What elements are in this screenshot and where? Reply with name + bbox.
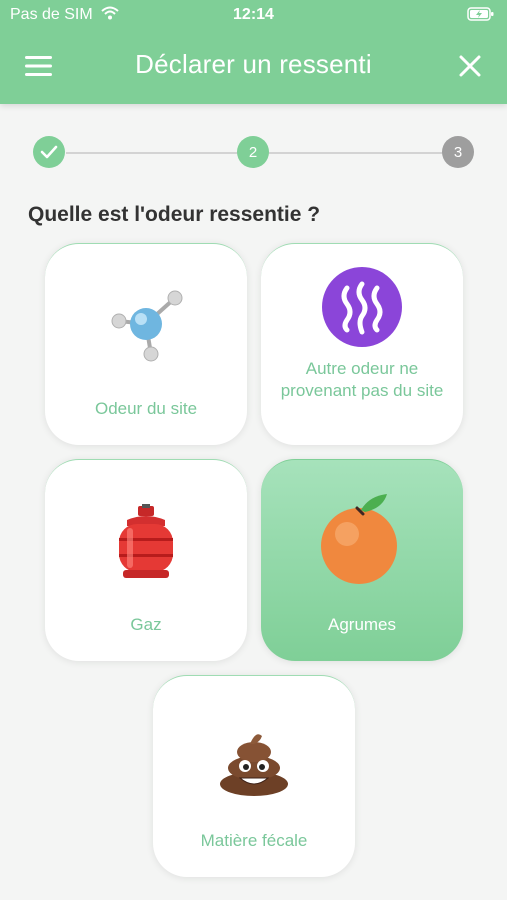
- orange-icon: [317, 490, 407, 591]
- option-card-agrumes[interactable]: Agrumes: [261, 459, 463, 661]
- close-icon[interactable]: [455, 51, 485, 81]
- option-card-autre-odeur[interactable]: Autre odeur ne provenant pas du site: [261, 243, 463, 445]
- step-3[interactable]: 3: [442, 136, 474, 168]
- progress-stepper: 2 3: [0, 136, 507, 170]
- gas-cylinder-icon: [113, 504, 179, 587]
- molecule-icon: [101, 286, 191, 371]
- step-2-number: 2: [248, 143, 258, 161]
- step-3-number: 3: [453, 143, 463, 161]
- poop-icon: [216, 728, 292, 801]
- option-label: Matière fécale: [200, 831, 308, 850]
- option-card-odeur-du-site[interactable]: Odeur du site: [45, 243, 247, 445]
- option-card-matiere-fecale[interactable]: Matière fécale: [153, 675, 355, 877]
- check-icon: [40, 145, 58, 159]
- step-1[interactable]: [33, 136, 65, 168]
- heat-waves-icon: [321, 266, 403, 353]
- option-label: Agrumes: [327, 615, 397, 634]
- question-heading: Quelle est l'odeur ressentie ?: [28, 203, 321, 226]
- clock: 12:14: [233, 6, 274, 23]
- battery-charging-icon: [467, 6, 495, 27]
- page-title: Déclarer un ressenti: [135, 49, 372, 79]
- option-label: Odeur du site: [94, 399, 198, 418]
- app-header: Pas de SIM 12:14 Déclarer un ressenti: [0, 0, 507, 104]
- status-bar: Pas de SIM 12:14: [0, 0, 507, 32]
- option-label: Gaz: [130, 615, 162, 634]
- option-label: Autre odeur ne provenant pas du site: [280, 359, 444, 400]
- option-card-gaz[interactable]: Gaz: [45, 459, 247, 661]
- step-2[interactable]: 2: [237, 136, 269, 168]
